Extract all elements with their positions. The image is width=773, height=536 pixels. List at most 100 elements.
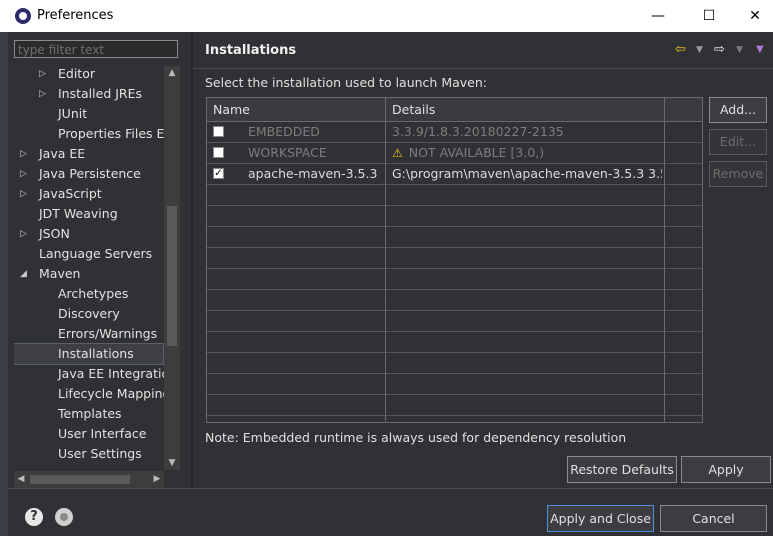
installations-instruction: Select the installation used to launch M… [205, 75, 487, 90]
table-row [207, 332, 702, 353]
tree-item-installed-jres[interactable]: ▷ Installed JREs [14, 84, 164, 104]
tree-item-junit[interactable]: JUnit [14, 104, 164, 124]
tree-item-language-servers[interactable]: Language Servers [14, 244, 164, 264]
tree-collapse-icon[interactable]: ◢ [20, 264, 27, 284]
tree-item-javascript[interactable]: ▷ JavaScript [14, 184, 164, 204]
table-row [207, 206, 702, 227]
installation-details: ⚠ NOT AVAILABLE [3.0,) [392, 143, 662, 163]
tree-item-label: JavaScript [39, 186, 102, 201]
details-text: G:\program\maven\apache-maven-3.5.3 3.5.… [392, 166, 662, 181]
table-row [207, 311, 702, 332]
column-divider [664, 98, 665, 422]
tree-expand-icon[interactable]: ▷ [20, 164, 27, 184]
add-button[interactable]: Add... [709, 97, 767, 123]
tree-item-label: Archetypes [58, 286, 129, 301]
tree-item-editor[interactable]: ▷ Editor [14, 64, 164, 84]
table-row [207, 374, 702, 395]
tree-item-label: User Settings [58, 446, 142, 461]
tree-item-java-persistence[interactable]: ▷ Java Persistence [14, 164, 164, 184]
installations-table: Name Details EMBEDDED 3.3.9/1.8.3.2018022… [206, 97, 703, 423]
maximize-button[interactable]: ☐ [686, 0, 732, 32]
tree-item-label: JSON [39, 226, 70, 241]
scroll-left-icon[interactable]: ◀ [14, 471, 28, 488]
tree-item-java-ee-integration[interactable]: Java EE Integration [14, 364, 164, 384]
restore-defaults-button[interactable]: Restore Defaults [567, 456, 677, 483]
tree-vertical-scrollbar[interactable]: ▲ ▼ [164, 66, 180, 470]
dialog-footer [8, 488, 773, 536]
tree-item-user-settings[interactable]: User Settings [14, 444, 164, 464]
back-dropdown-icon[interactable]: ▼ [696, 42, 703, 58]
view-menu-icon[interactable]: ▼ [756, 42, 764, 58]
tree-item-maven[interactable]: ◢ Maven [14, 264, 164, 284]
tree-expand-icon[interactable]: ▷ [20, 184, 27, 204]
column-header-details[interactable]: Details [386, 98, 665, 121]
table-row [207, 185, 702, 206]
tree-item-label: Discovery [58, 306, 120, 321]
tree-item-label: Editor [58, 66, 95, 81]
tree-item-java-ee[interactable]: ▷ Java EE [14, 144, 164, 164]
tree-item-templates[interactable]: Templates [14, 404, 164, 424]
table-row[interactable]: ✓ apache-maven-3.5.3 G:\program\maven\apac… [207, 164, 702, 185]
column-divider [385, 98, 386, 422]
table-header: Name Details [207, 98, 702, 122]
scroll-right-icon[interactable]: ▶ [150, 471, 164, 488]
tree-item-json[interactable]: ▷ JSON [14, 224, 164, 244]
cancel-button[interactable]: Cancel [660, 505, 767, 532]
tree-item-properties-files-ed[interactable]: Properties Files Ed [14, 124, 164, 144]
scroll-thumb[interactable] [167, 206, 177, 346]
forward-arrow-icon[interactable]: ⇨ [714, 42, 725, 58]
apply-and-close-button[interactable]: Apply and Close [547, 505, 654, 532]
tree-expand-icon[interactable]: ▷ [39, 84, 46, 104]
tree-item-label: Language Servers [39, 246, 153, 261]
tree-item-archetypes[interactable]: Archetypes [14, 284, 164, 304]
tree-expand-icon[interactable]: ▷ [39, 64, 46, 84]
table-row[interactable]: EMBEDDED 3.3.9/1.8.3.20180227-2135 [207, 122, 702, 143]
tree-item-label: Java EE [39, 146, 86, 161]
tree-item-label: Java EE Integration [58, 366, 164, 381]
installation-checkbox[interactable] [213, 147, 224, 158]
help-icon[interactable]: ? [25, 508, 43, 526]
tree-item-label: JDT Weaving [39, 206, 118, 221]
details-text: 3.3.9/1.8.3.20180227-2135 [392, 124, 564, 139]
tree-horizontal-scrollbar[interactable]: ◀ ▶ [14, 471, 164, 488]
installation-checkbox[interactable] [213, 126, 224, 137]
warning-icon: ⚠ [392, 146, 403, 160]
filter-input[interactable]: type filter text [14, 40, 178, 58]
window-title: Preferences [37, 8, 114, 23]
scroll-up-icon[interactable]: ▲ [164, 66, 180, 80]
preferences-tree: ▷ Editor ▷ Installed JREs JUnit Properties Fi… [14, 64, 164, 469]
tree-item-label: User Interface [58, 426, 147, 441]
tree-item-lifecycle-mapping[interactable]: Lifecycle Mapping [14, 384, 164, 404]
tree-item-discovery[interactable]: Discovery [14, 304, 164, 324]
details-text: NOT AVAILABLE [3.0,) [408, 145, 545, 160]
tree-expand-icon[interactable]: ▷ [20, 224, 27, 244]
background-window-edge [0, 32, 8, 536]
apply-button[interactable]: Apply [681, 456, 771, 483]
close-button[interactable]: ✕ [732, 0, 773, 32]
tree-item-label: Properties Files Ed [58, 126, 164, 141]
installation-checkbox[interactable]: ✓ [213, 168, 224, 179]
tree-item-errors-warnings[interactable]: Errors/Warnings [14, 324, 164, 344]
scroll-down-icon[interactable]: ▼ [164, 456, 180, 470]
table-row[interactable]: WORKSPACE ⚠ NOT AVAILABLE [3.0,) [207, 143, 702, 164]
remove-button[interactable]: Remove [709, 161, 767, 187]
edit-button[interactable]: Edit... [709, 129, 767, 155]
hscroll-thumb[interactable] [30, 475, 130, 484]
back-arrow-icon[interactable]: ⇦ [675, 42, 686, 58]
tree-item-label: Maven [39, 266, 81, 281]
tree-item-label: Errors/Warnings [58, 326, 158, 341]
tree-item-label: Templates [58, 406, 122, 421]
tree-item-jdt-weaving[interactable]: JDT Weaving [14, 204, 164, 224]
minimize-button[interactable]: — [635, 0, 681, 32]
forward-dropdown-icon[interactable]: ▼ [736, 42, 743, 58]
tree-item-label: Lifecycle Mapping [58, 386, 164, 401]
eclipse-app-icon [15, 8, 31, 24]
tree-expand-icon[interactable]: ▷ [20, 144, 27, 164]
installation-details: G:\program\maven\apache-maven-3.5.3 3.5.… [392, 164, 662, 184]
embedded-runtime-note: Note: Embedded runtime is always used fo… [205, 430, 627, 445]
tree-item-installations[interactable]: Installations [14, 343, 164, 365]
column-header-name[interactable]: Name [207, 98, 386, 121]
tree-item-label: Java Persistence [39, 166, 141, 181]
import-export-settings-icon[interactable] [55, 508, 73, 526]
tree-item-user-interface[interactable]: User Interface [14, 424, 164, 444]
